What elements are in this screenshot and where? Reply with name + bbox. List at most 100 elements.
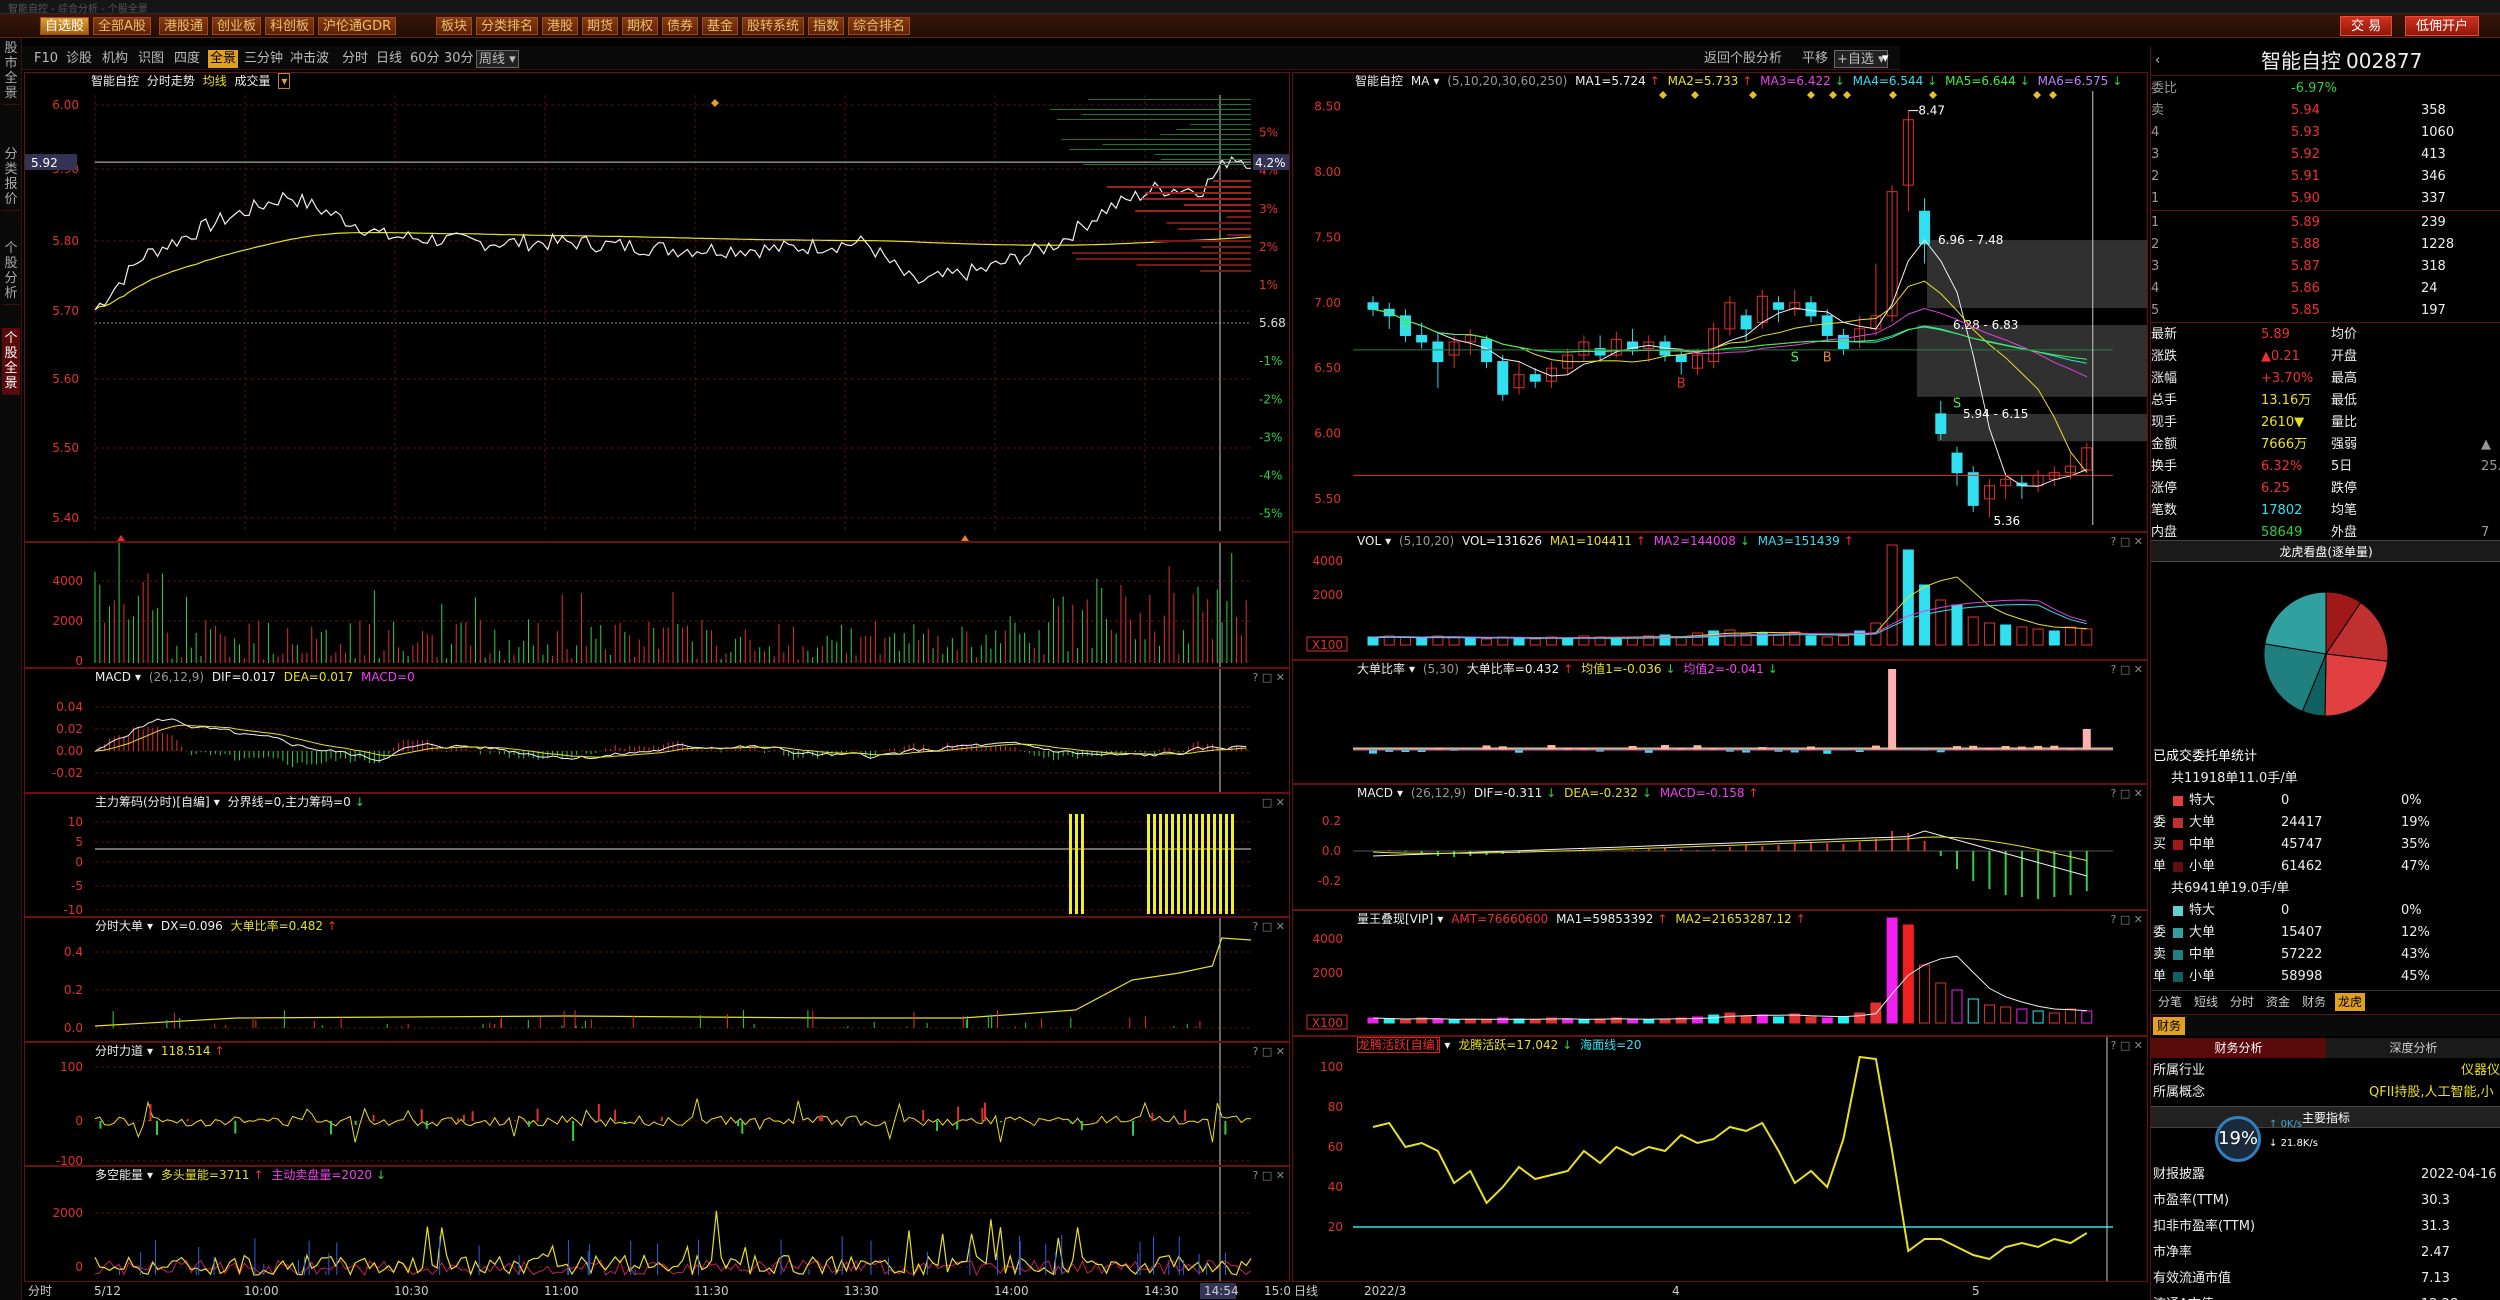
fin-analysis-tab[interactable]: 财务分析 (2151, 1038, 2326, 1058)
tab-shockwave[interactable]: 冲击波 (288, 50, 331, 68)
daily-lthy-chart[interactable]: 100 80 60 40 20 (1293, 1037, 2148, 1282)
intraday-chart[interactable]: 6.005.905.805.705.605.505.405%4%3%2%1%-1… (25, 73, 1290, 542)
tab-four-degree[interactable]: 四度 (172, 50, 202, 68)
left-nav-item-category[interactable]: 分类报价 (2, 144, 20, 211)
left-nav-item-stock-analysis[interactable]: 个股分析 (2, 238, 20, 305)
toolbar-item-5[interactable]: 沪伦通GDR (318, 17, 397, 35)
lw-bar (1659, 1018, 1671, 1024)
vol-bar (1886, 544, 1898, 646)
kline-price-label: 6.50 (1314, 361, 1341, 375)
open-account-button[interactable]: 低佣开户 (2405, 16, 2480, 36)
intraday-dkn-chart[interactable]: 2000 0 (25, 1167, 1290, 1282)
lw-bar (1448, 1019, 1460, 1024)
tab-institution[interactable]: 机构 (100, 50, 130, 68)
back-arrow-icon[interactable]: ‹ (2155, 46, 2160, 76)
flat-button[interactable]: 平移 (1800, 50, 1830, 68)
period-60min[interactable]: 60分 (408, 50, 442, 68)
toolbar-item-13[interactable]: 股转系统 (742, 17, 805, 35)
quote-subtab-3[interactable]: 资金 (2263, 993, 2293, 1011)
period-intraday[interactable]: 分时 (340, 50, 370, 68)
quote-subtab-4[interactable]: 财务 (2299, 993, 2329, 1011)
dmacd-tick-label: -0.2 (1318, 874, 1341, 888)
pct-tick-label: -5% (1259, 507, 1282, 521)
toolbar-item-12[interactable]: 基金 (702, 17, 739, 35)
period-daily[interactable]: 日线 (374, 50, 404, 68)
toolbar-item-6[interactable]: 板块 (436, 17, 473, 35)
quote-subtab-5[interactable]: 龙虎 (2335, 993, 2366, 1011)
kline-price-label: 7.50 (1314, 230, 1341, 244)
triangle-marker (117, 535, 125, 541)
ddbl-bar (1888, 669, 1897, 750)
daily-kline-chart[interactable]: 8.50 8.00 7.50 7.00 6.50 6.00 5.50 6.96 - 7.48 6… (1293, 73, 2148, 532)
depth-analysis-tab[interactable]: 深度分析 (2326, 1038, 2500, 1058)
back-to-analysis-button[interactable]: 返回个股分析 (1702, 50, 1784, 68)
daily-macd-chart[interactable]: 0.2 0.0 -0.2 (1293, 785, 2148, 910)
intraday-macd-chart[interactable]: 0.04 0.02 0.00 -0.02 (25, 669, 1290, 793)
toolbar-item-14[interactable]: 指数 (808, 17, 845, 35)
tab-f10[interactable]: F10 (32, 50, 60, 68)
ld-tick-label: -100 (56, 1154, 83, 1166)
lw-bar (1562, 1018, 1574, 1024)
toolbar-item-8[interactable]: 港股 (542, 17, 579, 35)
candle-body (1935, 413, 1947, 434)
vol-tick-label: X100 (1312, 638, 1343, 652)
fin-row: 扣非市盈率(TTM) 31.3 (2153, 1219, 2450, 1234)
trade-button[interactable]: 交 易 (2340, 16, 2393, 36)
toolbar-item-15[interactable]: 综合排名 (848, 17, 911, 35)
diamond-marker (1829, 91, 1837, 99)
daily-vol-chart[interactable]: 4000 2000 X100 (1293, 533, 2148, 660)
done-title: 已成交委托单统计 (2153, 749, 2258, 764)
zl-bar (1201, 814, 1204, 914)
ask-row: 1 5.90 337 (2151, 191, 2446, 206)
buy-total: 共11918单11.0手/单 (2171, 771, 2298, 786)
intraday-fsld-chart[interactable]: 100 0 -100 (25, 1043, 1290, 1166)
toolbar-item-1[interactable]: 全部A股 (93, 17, 151, 35)
lw-bar (1951, 989, 1963, 1024)
toolbar-item-3[interactable]: 创业板 (212, 17, 262, 35)
macd-tick-label: 0.00 (56, 744, 83, 758)
period-weekly[interactable]: 周线 ▾ (476, 50, 519, 68)
stat-row: 总手 13.16万 最低 (2151, 393, 2358, 408)
intraday-volume-chart[interactable]: 4000 2000 0 (25, 543, 1290, 668)
toolbar-item-10[interactable]: 期权 (622, 17, 659, 35)
ddbl-bar (1936, 749, 1945, 753)
depth-bar-ask (1088, 99, 1251, 100)
lw-bar (1919, 964, 1931, 1024)
quote-subtab-2[interactable]: 分时 (2227, 993, 2257, 1011)
toolbar-item-4[interactable]: 科创板 (265, 17, 315, 35)
toolbar-item-9[interactable]: 期货 (582, 17, 619, 35)
dif-line (94, 718, 1247, 762)
toolbar-item-11[interactable]: 债券 (662, 17, 699, 35)
period-30min[interactable]: 30分 (442, 50, 476, 68)
daily-ddbl-chart[interactable] (1293, 661, 2148, 784)
toolbar-item-0[interactable]: 自选股 (40, 17, 90, 35)
lthy-line (1372, 1055, 2088, 1261)
intraday-zlcm-chart[interactable]: 10 5 0 -5 -10 (25, 794, 1290, 917)
tab-panorama[interactable]: 全景 (208, 50, 239, 68)
vol-bar (2000, 624, 2012, 646)
daily-lwdx-chart[interactable]: 4000 2000 X100 (1293, 911, 2148, 1036)
collapse-icon[interactable]: ▾ (1880, 50, 1891, 68)
candle-body (1951, 452, 1963, 474)
time-label: 日线 (1294, 1284, 1318, 1298)
toolbar-item-7[interactable]: 分类排名 (476, 17, 539, 35)
intraday-dxd-chart[interactable]: 0.4 0.2 0.0 (25, 918, 1290, 1042)
fin-tab[interactable]: 财务 (2153, 1017, 2186, 1035)
quote-subtab-0[interactable]: 分笔 (2155, 993, 2185, 1011)
color-swatch-icon (2173, 862, 2183, 872)
left-nav-item-stock-panorama[interactable]: 个股全景 (2, 328, 20, 395)
lw-bar (2016, 1008, 2028, 1024)
pie-slice (2324, 653, 2389, 717)
toolbar-item-2[interactable]: 港股通 (159, 17, 209, 35)
left-nav-item-market[interactable]: 股市全景 (2, 38, 20, 105)
vol-tick-label: 4000 (1312, 554, 1343, 568)
zone-box (1917, 324, 2147, 397)
vol-bar (1967, 616, 1979, 646)
tab-pattern[interactable]: 识图 (136, 50, 166, 68)
time-label: 10:00 (244, 1284, 279, 1298)
time-label: 14:30 (1144, 1284, 1179, 1298)
tab-three-minute[interactable]: 三分钟 (242, 50, 285, 68)
tab-diagnose[interactable]: 诊股 (64, 50, 94, 68)
quote-subtab-1[interactable]: 短线 (2191, 993, 2221, 1011)
zl-bar (1183, 814, 1186, 914)
